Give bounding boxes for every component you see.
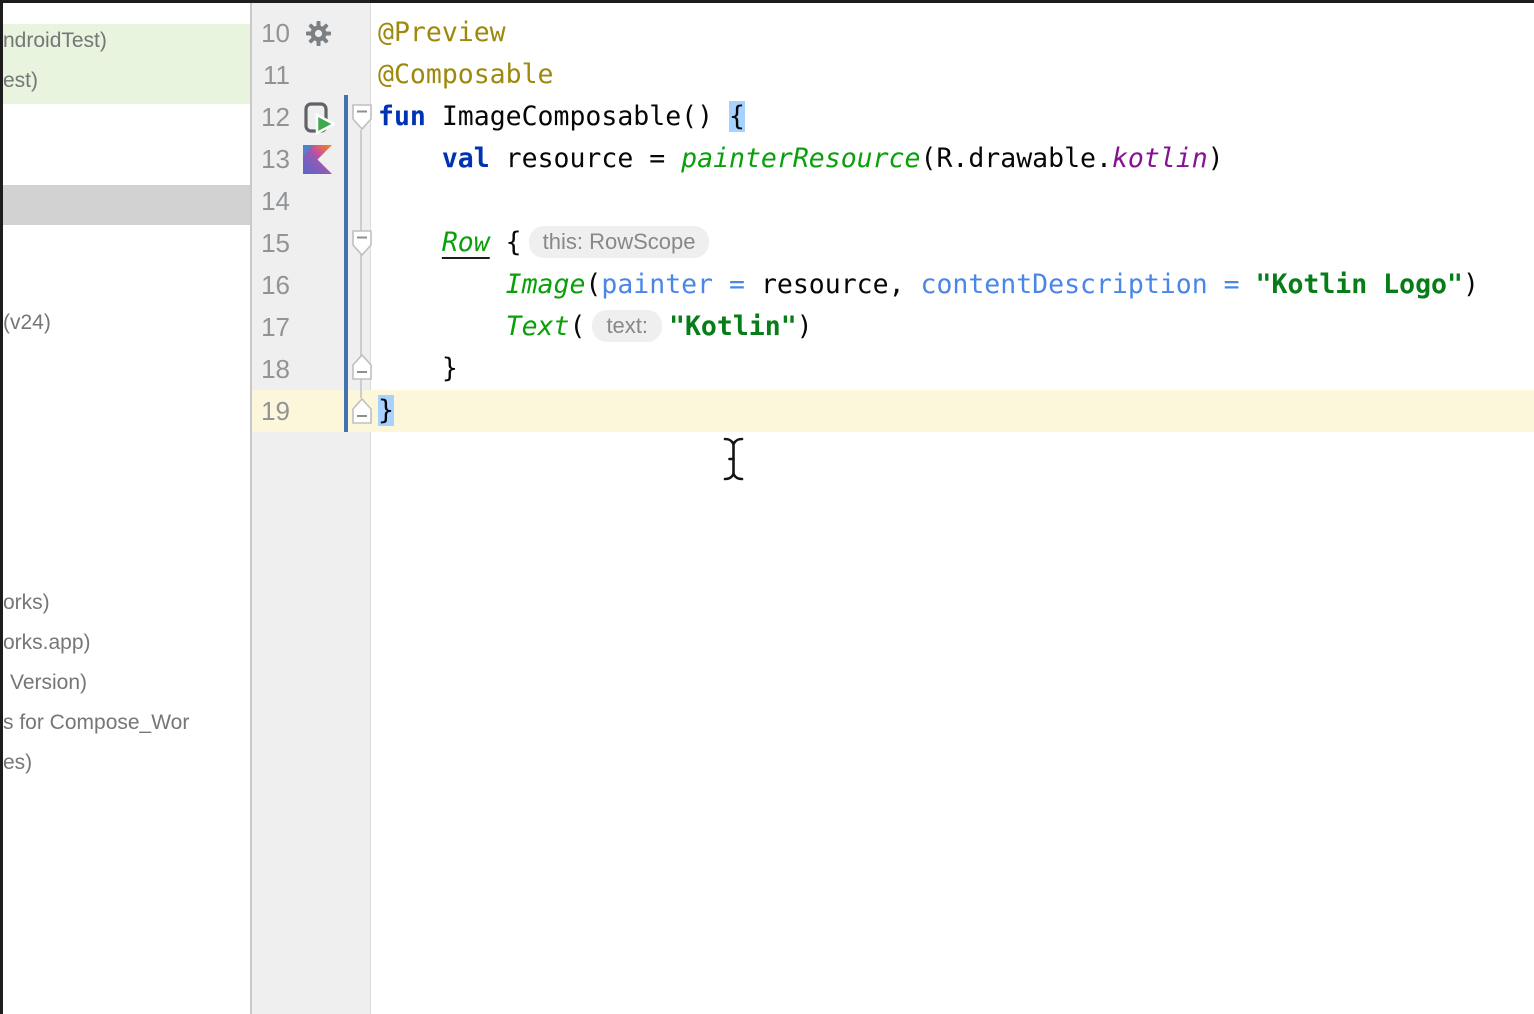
run-preview-icon[interactable]: [303, 102, 335, 141]
line-number-10: 10: [252, 12, 290, 54]
ide-window: ndroidTest) est) (v24) orks) orks.app) V…: [0, 0, 1534, 1014]
code-token: contentDescription =: [920, 269, 1255, 300]
code-token: Text: [506, 311, 570, 342]
gear-icon[interactable]: [305, 20, 332, 52]
line-number-19: 19: [252, 390, 290, 432]
code-token: painterResource: [681, 143, 920, 174]
window-left-edge: [0, 0, 3, 1014]
code-token: [378, 269, 506, 300]
fold-collapse-marker[interactable]: [351, 229, 373, 257]
code-token: resource =: [490, 143, 681, 174]
window-top-edge: [0, 0, 1534, 3]
line-number-15: 15: [252, 222, 290, 264]
code-token: }: [378, 395, 394, 426]
code-token: ): [1208, 143, 1224, 174]
code-line-15[interactable]: Row {this: RowScope: [378, 222, 716, 264]
code-token: Image: [506, 269, 586, 300]
code-token: @Composable: [378, 59, 554, 90]
code-token: (: [569, 311, 585, 342]
project-tree-panel: ndroidTest) est) (v24) orks) orks.app) V…: [3, 3, 250, 1014]
code-token: ): [1463, 269, 1479, 300]
code-token: painter =: [601, 269, 761, 300]
code-token: val: [442, 143, 490, 174]
code-token: ): [797, 311, 813, 342]
code-token: fun: [378, 101, 426, 132]
tree-item-es[interactable]: es): [3, 743, 250, 783]
code-token: "Kotlin": [669, 311, 797, 342]
inlay-hint[interactable]: this: RowScope: [529, 226, 710, 258]
text-ibeam-cursor: [722, 436, 746, 487]
tree-item-works[interactable]: orks): [3, 583, 250, 623]
tree-item-version[interactable]: Version): [10, 663, 257, 703]
code-token: [378, 227, 442, 258]
tree-item-androidtest[interactable]: ndroidTest): [3, 21, 250, 61]
vcs-changed-lines-stripe[interactable]: [344, 95, 348, 432]
code-token: kotlin: [1112, 143, 1208, 174]
code-token: }: [378, 353, 458, 384]
line-number-12: 12: [252, 96, 290, 138]
code-line-13[interactable]: val resource = painterResource(R.drawabl…: [378, 138, 1224, 180]
code-token: "Kotlin Logo": [1256, 269, 1463, 300]
line-number-17: 17: [252, 306, 290, 348]
tree-item-works-app[interactable]: orks.app): [3, 623, 250, 663]
code-line-18[interactable]: }: [378, 348, 458, 390]
code-token: ImageComposable(): [426, 101, 729, 132]
fold-end-marker[interactable]: [351, 353, 373, 381]
line-number-14: 14: [252, 180, 290, 222]
code-line-17[interactable]: Text(text:"Kotlin"): [378, 306, 813, 348]
inlay-hint[interactable]: text:: [592, 310, 662, 342]
fold-collapse-marker[interactable]: [351, 103, 373, 131]
code-token: [378, 311, 506, 342]
line-number-16: 16: [252, 264, 290, 306]
tree-item-compose-works[interactable]: s for Compose_Wor: [3, 703, 250, 743]
current-line-highlight: [252, 390, 1534, 432]
tree-inactive-selection: [0, 185, 250, 225]
line-number-13: 13: [252, 138, 290, 180]
code-line-11[interactable]: @Composable: [378, 54, 554, 96]
fold-end-marker[interactable]: [351, 397, 373, 425]
code-token: {: [729, 101, 745, 132]
code-line-19[interactable]: }: [378, 390, 394, 432]
code-token: resource,: [761, 269, 921, 300]
kotlin-file-icon[interactable]: [303, 145, 332, 179]
line-number-11: 11: [252, 54, 290, 96]
code-token: @Preview: [378, 17, 506, 48]
tree-item-test[interactable]: est): [3, 61, 250, 101]
tree-item-v24[interactable]: (v24): [3, 303, 250, 343]
code-line-16[interactable]: Image(painter = resource, contentDescrip…: [378, 264, 1479, 306]
code-token: Row: [442, 227, 490, 258]
code-line-12[interactable]: fun ImageComposable() {: [378, 96, 745, 138]
line-number-18: 18: [252, 348, 290, 390]
code-token: [378, 143, 442, 174]
code-token: (: [585, 269, 601, 300]
code-token: {: [490, 227, 522, 258]
code-line-10[interactable]: @Preview: [378, 12, 506, 54]
code-token: (R.drawable.: [920, 143, 1111, 174]
